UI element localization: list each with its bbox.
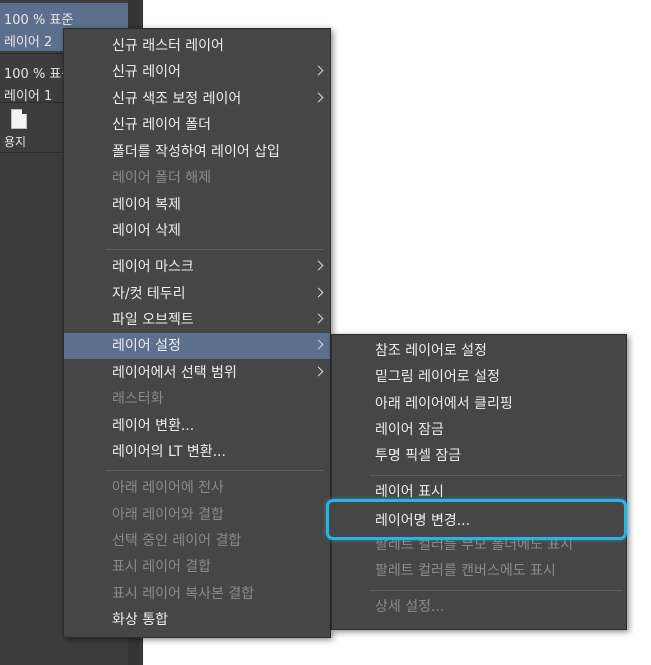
chevron-right-icon — [313, 366, 324, 377]
chevron-right-icon — [313, 260, 324, 271]
submenu-item-lock-layer[interactable]: 레이어 잠금 — [332, 417, 626, 443]
menu-item-layer-mask[interactable]: 레이어 마스크 — [64, 254, 330, 280]
menu-item-label: 레이어 변환... — [112, 418, 195, 434]
menu-item-file-object[interactable]: 파일 오브젝트 — [64, 307, 330, 333]
layer-name: 레이어 2 — [4, 35, 53, 50]
menu-item-label: 아래 레이어에서 클리핑 — [375, 396, 513, 412]
menu-item-label: 레이어 삭제 — [112, 223, 181, 239]
menu-item-merge-with-lower-layer: 아래 레이어와 결합 — [64, 502, 330, 528]
menu-item-label: 표시 레이어 결합 — [112, 559, 212, 575]
menu-item-label: 아래 레이어와 결합 — [112, 507, 224, 523]
menu-item-new-layer[interactable]: 신규 레이어 — [64, 59, 330, 85]
menu-item-label: 팔레트 컬러를 캔버스에도 표시 — [375, 563, 556, 579]
layer-opacity-blend: 100 % 표준 — [4, 13, 74, 28]
menu-item-label: 레이어 마스크 — [112, 259, 194, 275]
menu-item-label: 신규 래스터 레이어 — [112, 38, 224, 54]
menu-item-rasterize: 래스터화 — [64, 386, 330, 412]
submenu-item-clip-to-layer-below[interactable]: 아래 레이어에서 클리핑 — [332, 391, 626, 417]
menu-item-label: 레이어명 변경... — [375, 513, 471, 529]
menu-item-transfer-to-lower-layer: 아래 레이어에 전사 — [64, 475, 330, 501]
menu-item-label: 참조 레이어로 설정 — [375, 343, 487, 359]
menu-item-merge-selected-layers: 선택 중인 레이어 결합 — [64, 528, 330, 554]
menu-item-label: 투명 픽셀 잠금 — [375, 448, 462, 464]
menu-item-release-layer-folder: 레이어 폴더 해제 — [64, 165, 330, 191]
menu-item-selection-from-layer[interactable]: 레이어에서 선택 범위 — [64, 360, 330, 386]
menu-item-label: 레이어에서 선택 범위 — [112, 365, 237, 381]
menu-item-label: 밑그림 레이어로 설정 — [375, 369, 500, 385]
submenu-item-palette-color-canvas: 팔레트 컬러를 캔버스에도 표시 — [332, 558, 626, 584]
chevron-right-icon — [313, 92, 324, 103]
submenu-item-rename-layer[interactable]: 레이어명 변경... — [326, 499, 627, 540]
menu-item-label: 선택 중인 레이어 결합 — [112, 533, 242, 549]
paper-label: 용지 — [4, 135, 27, 149]
menu-item-flatten-image[interactable]: 화상 통합 — [64, 607, 330, 633]
menu-item-merge-visible-layers: 표시 레이어 결합 — [64, 554, 330, 580]
menu-separator — [370, 475, 622, 476]
paper-icon — [11, 109, 27, 129]
menu-item-label: 파일 오브젝트 — [112, 312, 194, 328]
menu-separator — [106, 470, 324, 471]
menu-item-label: 신규 색조 보정 레이어 — [112, 91, 242, 107]
menu-item-label: 래스터화 — [112, 391, 164, 407]
menu-item-label: 레이어의 LT 변환... — [112, 444, 226, 460]
menu-item-new-correction-layer[interactable]: 신규 색조 보정 레이어 — [64, 86, 330, 112]
menu-item-label: 폴더를 작성하여 레이어 삽입 — [112, 144, 280, 160]
menu-item-label: 표시 레이어 복사본 결합 — [112, 586, 255, 602]
menu-item-label: 아래 레이어에 전사 — [112, 480, 224, 496]
chevron-right-icon — [313, 313, 324, 324]
menu-item-label: 레이어 설정 — [112, 338, 181, 354]
menu-item-merge-visible-to-new-layer: 표시 레이어 복사본 결합 — [64, 581, 330, 607]
chevron-right-icon — [313, 65, 324, 76]
menu-separator — [106, 249, 324, 250]
chevron-right-icon — [313, 287, 324, 298]
layer-settings-submenu: 참조 레이어로 설정 밑그림 레이어로 설정 아래 레이어에서 클리핑 레이어 … — [331, 334, 627, 630]
menu-item-duplicate-layer[interactable]: 레이어 복제 — [64, 192, 330, 218]
submenu-item-set-draft-layer[interactable]: 밑그림 레이어로 설정 — [332, 364, 626, 390]
menu-item-label: 레이어 폴더 해제 — [112, 170, 212, 186]
menu-item-ruler-frame[interactable]: 자/컷 테두리 — [64, 281, 330, 307]
submenu-item-lock-transparent-pixels[interactable]: 투명 픽셀 잠금 — [332, 443, 626, 469]
menu-separator — [370, 590, 622, 591]
menu-item-label: 화상 통합 — [112, 612, 168, 628]
menu-item-convert-layer[interactable]: 레이어 변환... — [64, 413, 330, 439]
chevron-right-icon — [313, 339, 324, 350]
menu-item-label: 레이어 복제 — [112, 197, 181, 213]
menu-item-label: 자/컷 테두리 — [112, 286, 186, 302]
menu-item-lt-conversion[interactable]: 레이어의 LT 변환... — [64, 439, 330, 465]
menu-item-label: 신규 레이어 — [112, 64, 181, 80]
menu-item-label: 신규 레이어 폴더 — [112, 117, 212, 133]
menu-item-new-raster-layer[interactable]: 신규 래스터 레이어 — [64, 33, 330, 59]
submenu-item-detailed-settings: 상세 설정... — [332, 594, 626, 620]
menu-item-delete-layer[interactable]: 레이어 삭제 — [64, 218, 330, 244]
menu-item-label: 상세 설정... — [375, 599, 445, 615]
submenu-item-set-reference-layer[interactable]: 참조 레이어로 설정 — [332, 338, 626, 364]
menu-item-new-layer-folder[interactable]: 신규 레이어 폴더 — [64, 112, 330, 138]
menu-item-layer-settings[interactable]: 레이어 설정 — [64, 333, 330, 359]
menu-item-label: 레이어 잠금 — [375, 422, 444, 438]
menu-item-create-folder-insert-layer[interactable]: 폴더를 작성하여 레이어 삽입 — [64, 139, 330, 165]
layer-context-menu: 신규 래스터 레이어 신규 레이어 신규 색조 보정 레이어 신규 레이어 폴더… — [63, 28, 331, 638]
